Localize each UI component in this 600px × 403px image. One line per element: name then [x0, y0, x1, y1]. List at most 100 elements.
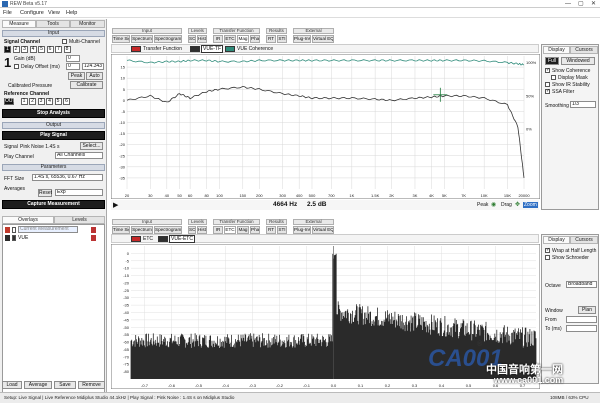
- full-button[interactable]: Full: [545, 57, 559, 65]
- channel-3-button[interactable]: 3: [21, 46, 28, 53]
- bottom-tab-histo[interactable]: Histo: [197, 226, 207, 234]
- play-icon[interactable]: ▶: [113, 201, 118, 209]
- top-tab-spectrogram[interactable]: Spectrogram: [154, 35, 182, 43]
- select-signal-button[interactable]: Select...: [80, 142, 103, 150]
- top-tab-sc[interactable]: SC: [188, 35, 196, 43]
- top-tab-histo[interactable]: Histo: [197, 35, 207, 43]
- top-tab-pha[interactable]: Pha: [250, 35, 260, 43]
- bottom-tab-mag[interactable]: Mag: [237, 226, 249, 234]
- load-button[interactable]: Load: [2, 381, 22, 389]
- peak-button[interactable]: Peak: [68, 72, 85, 80]
- tab-monitor[interactable]: Monitor: [70, 20, 105, 28]
- menu-file[interactable]: File: [3, 10, 12, 16]
- to-field[interactable]: [566, 325, 597, 332]
- average-button[interactable]: Average: [24, 381, 52, 389]
- tab-display[interactable]: Display: [543, 236, 570, 244]
- overlay-name-vue[interactable]: VUE: [18, 235, 28, 241]
- auto-button[interactable]: Auto: [86, 72, 103, 80]
- stop-analysis-button[interactable]: Stop Analysis: [2, 109, 105, 118]
- ref-channel-2-button[interactable]: 2: [29, 98, 36, 105]
- top-tab-time-signal[interactable]: Time Signal: [112, 35, 130, 43]
- lock-icon[interactable]: [91, 227, 96, 233]
- smoothing-select[interactable]: 1/3: [570, 101, 596, 108]
- display-mask-checkbox[interactable]: [551, 75, 556, 80]
- play-channel-select[interactable]: All Channels: [55, 152, 103, 159]
- wrap-half-length-checkbox[interactable]: [545, 247, 550, 253]
- menu-configure[interactable]: Configure: [20, 10, 44, 16]
- ref-channel-out-button[interactable]: OUT: [4, 98, 16, 105]
- tab-cursors[interactable]: Cursors: [570, 236, 598, 244]
- maximize-button[interactable]: ▢: [578, 1, 584, 7]
- menu-view[interactable]: View: [48, 10, 60, 16]
- legend-swatch[interactable]: [131, 236, 141, 242]
- peak-mode[interactable]: Peak: [477, 202, 488, 208]
- overlay-visibility-toggle[interactable]: [12, 235, 16, 241]
- save-button[interactable]: Save: [54, 381, 76, 389]
- windowed-button[interactable]: Windowed: [561, 57, 595, 65]
- magnitude-plot[interactable]: 20 30 40 50 60 80 100 150 200 300 400 500 700 1K 1.5K 2…: [111, 54, 540, 199]
- legend-swatch[interactable]: [158, 236, 168, 242]
- bottom-tab-rt[interactable]: RT: [266, 226, 276, 234]
- tab-levels[interactable]: Levels: [54, 216, 105, 224]
- legend-swatch[interactable]: [131, 46, 141, 52]
- show-coherence-checkbox[interactable]: [545, 67, 550, 73]
- gain-field[interactable]: 0: [66, 55, 80, 62]
- channel-7-button[interactable]: 7: [55, 46, 62, 53]
- bottom-tab-virtual-eq[interactable]: Virtual EQ: [312, 226, 334, 234]
- top-tab-rt[interactable]: RT: [266, 35, 276, 43]
- lock-icon[interactable]: [91, 235, 96, 241]
- bottom-tab-spectrum[interactable]: Spectrum: [131, 226, 153, 234]
- top-tab-plug-ins[interactable]: Plug-Ins: [293, 35, 311, 43]
- multi-channel-checkbox[interactable]: [62, 39, 67, 44]
- channel-4-button[interactable]: 4: [29, 46, 37, 53]
- bottom-tab-plug-ins[interactable]: Plug-Ins: [293, 226, 311, 234]
- bottom-tab-pha[interactable]: Pha: [250, 226, 260, 234]
- menu-help[interactable]: Help: [66, 10, 77, 16]
- delay-offset-checkbox[interactable]: [14, 64, 19, 69]
- overlay-name-current[interactable]: Current Measurement: [18, 226, 78, 233]
- drag-mode[interactable]: Drag: [501, 202, 512, 208]
- play-signal-button[interactable]: Play Signal: [2, 131, 105, 140]
- close-button[interactable]: ✕: [591, 1, 596, 7]
- bottom-tab-spectrogram[interactable]: Spectrogram: [154, 226, 182, 234]
- ref-channel-5-button[interactable]: 5: [54, 98, 62, 105]
- tab-measure[interactable]: Measure: [2, 20, 36, 28]
- reset-button[interactable]: Reset: [38, 189, 52, 197]
- ref-channel-3-button[interactable]: 3: [37, 98, 45, 105]
- channel-1-button[interactable]: 1: [4, 46, 11, 53]
- remove-button[interactable]: Remove: [78, 381, 105, 389]
- top-tab-ir[interactable]: IR: [213, 35, 223, 43]
- delay-field[interactable]: 0: [66, 63, 80, 70]
- level-field[interactable]: 124.343: [82, 63, 104, 70]
- channel-5-button[interactable]: 5: [38, 46, 45, 53]
- top-tab-mag[interactable]: Mag: [237, 35, 249, 43]
- zoom-mode[interactable]: Zoom: [523, 202, 538, 208]
- tab-display[interactable]: Display: [543, 46, 570, 54]
- overlay-visibility-toggle[interactable]: [12, 227, 16, 233]
- tab-cursors[interactable]: Cursors: [570, 46, 598, 54]
- bottom-tab-etc[interactable]: ETC: [224, 226, 236, 234]
- top-tab-spectrum[interactable]: Spectrum: [131, 35, 153, 43]
- fft-size-select[interactable]: 1.4S s, 65536, 0.67 Hz: [32, 174, 103, 181]
- top-tab-sti[interactable]: STI: [277, 35, 287, 43]
- calibrate-button[interactable]: Calibrate: [70, 81, 103, 89]
- averages-select[interactable]: Exp: [55, 189, 103, 196]
- ref-channel-4-button[interactable]: 4: [46, 98, 53, 105]
- capture-measurement-button[interactable]: Capture Measurement: [2, 200, 105, 209]
- tab-tools[interactable]: Tools: [36, 20, 70, 28]
- channel-8-button[interactable]: 8: [63, 46, 71, 53]
- window-plan-button[interactable]: Plan: [578, 306, 596, 314]
- show-ir-stability-checkbox[interactable]: [545, 82, 550, 87]
- legend-swatch[interactable]: [190, 46, 200, 52]
- ref-channel-1-button[interactable]: 1: [20, 98, 28, 105]
- ref-channel-6-button[interactable]: 6: [63, 98, 70, 105]
- from-field[interactable]: [566, 316, 597, 323]
- minimize-button[interactable]: —: [565, 1, 571, 7]
- ssa-filter-checkbox[interactable]: [545, 88, 550, 94]
- octave-select[interactable]: Broadband: [566, 281, 597, 288]
- bottom-tab-sc[interactable]: SC: [188, 226, 196, 234]
- top-tab-virtual-eq[interactable]: Virtual EQ: [312, 35, 334, 43]
- channel-6-button[interactable]: 6: [46, 46, 54, 53]
- tab-overlays[interactable]: Overlays: [2, 216, 54, 224]
- channel-2-button[interactable]: 2: [12, 46, 20, 53]
